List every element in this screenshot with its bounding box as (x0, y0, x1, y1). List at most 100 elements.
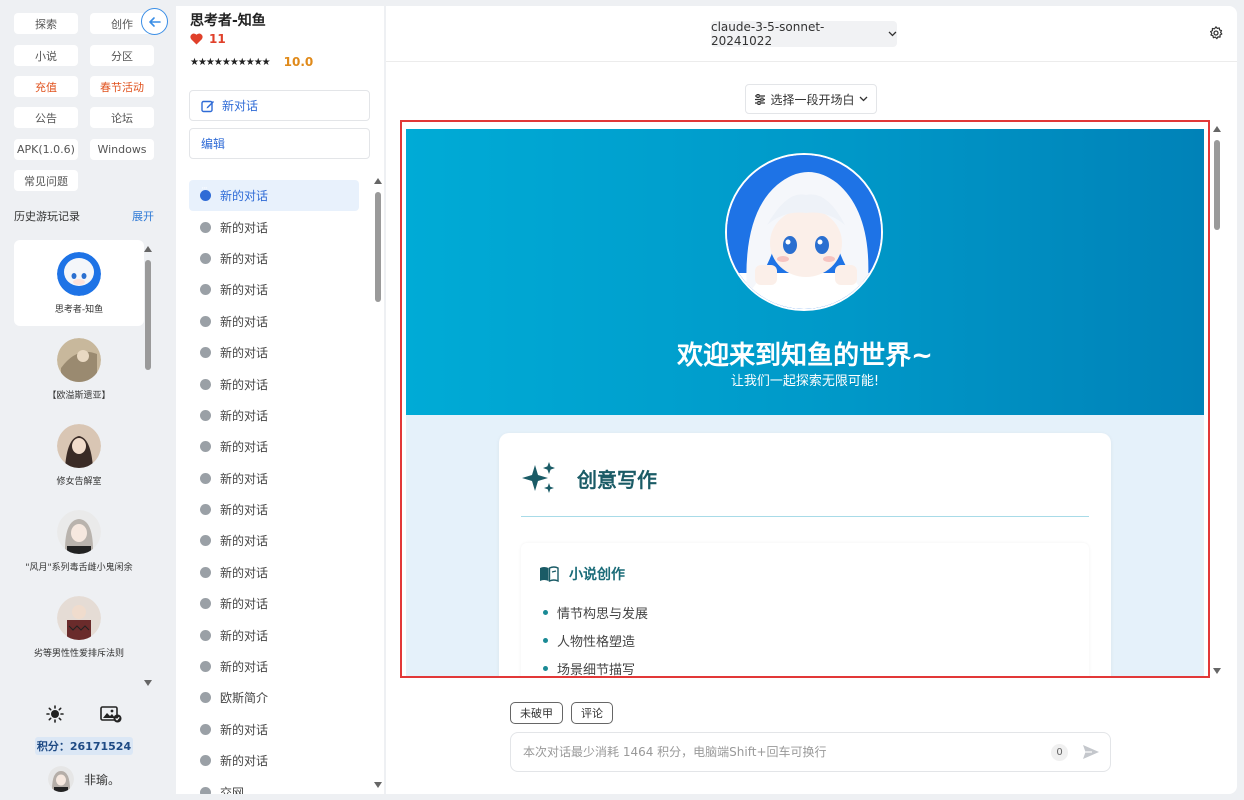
rating-score: 10.0 (283, 55, 314, 69)
edit-icon (201, 100, 214, 112)
history-character-item[interactable]: "风月"系列毒舌雌小鬼闲余 (14, 498, 144, 584)
sparkles-icon (522, 462, 555, 493)
sun-icon[interactable] (46, 705, 64, 723)
nav-recharge-button[interactable]: 充值 (14, 76, 78, 97)
edit-button[interactable]: 编辑 (189, 128, 370, 159)
character-avatar (57, 251, 101, 296)
conversation-panel: 思考者-知鱼 11 ★★★★★★★★★★ 10.0 新对话 编辑 新的对话新的对… (176, 6, 384, 794)
conversation-item[interactable]: 新的对话 (189, 337, 359, 368)
message-input[interactable] (523, 733, 1043, 771)
history-character-item[interactable]: 修女告解室 (14, 412, 144, 498)
character-avatar (57, 509, 101, 554)
history-scrollbar[interactable] (144, 246, 152, 686)
rating: ★★★★★★★★★★ 10.0 (190, 55, 313, 69)
history-character-item[interactable]: 【欧溢斯遗亚】 (14, 326, 144, 412)
chat-bubble-icon (200, 529, 211, 547)
model-selector[interactable]: claude-3-5-sonnet-20241022 (711, 20, 897, 48)
conversation-item[interactable]: 新的对话 (189, 619, 359, 650)
bot-avatar (725, 153, 883, 311)
conversation-label: 新的对话 (220, 565, 269, 580)
conversation-item[interactable]: 新的对话 (189, 463, 359, 494)
conversation-label: 交网 (220, 785, 245, 794)
nav-apk-button[interactable]: APK(1.0.6) (14, 139, 78, 160)
history-header: 历史游玩记录 展开 (14, 206, 154, 226)
chat-bubble-icon (200, 718, 211, 735)
mode-chip-unarmored[interactable]: 未破甲 (510, 702, 563, 724)
chat-bubble-icon (200, 467, 211, 484)
nav-forum-button[interactable]: 论坛 (90, 107, 154, 128)
new-chat-button[interactable]: 新对话 (189, 90, 370, 121)
history-label: 历史游玩记录 (14, 210, 80, 223)
conversation-item[interactable]: 交网 (189, 776, 359, 794)
conversation-label: 新的对话 (220, 408, 269, 423)
conversation-item[interactable]: 欧斯简介 (189, 682, 359, 713)
conversation-item[interactable]: 新的对话 (189, 745, 359, 776)
chat-main: claude-3-5-sonnet-20241022 选择一段开场白 欢迎来到知… (386, 6, 1237, 794)
card-title: 创意写作 (577, 467, 657, 492)
card-header: 创意写作 (521, 461, 657, 495)
heart-icon[interactable] (190, 33, 203, 45)
send-icon[interactable] (1082, 743, 1100, 761)
sliders-icon (755, 93, 766, 105)
nav-category-button[interactable]: 分区 (90, 45, 154, 66)
gear-icon[interactable] (1209, 26, 1223, 40)
conversation-label: 新的对话 (220, 283, 269, 298)
conversation-item[interactable]: 新的对话 (189, 400, 359, 431)
opening-selector[interactable]: 选择一段开场白 (745, 84, 877, 114)
chat-bubble-icon (200, 184, 211, 202)
avatar (48, 766, 74, 792)
user-profile[interactable]: 非瑜。 (48, 766, 120, 792)
nav-novel-button[interactable]: 小说 (14, 45, 78, 66)
welcome-subtitle: 让我们一起探索无限可能! (730, 374, 880, 389)
conversation-item[interactable]: 新的对话 (189, 431, 359, 462)
chat-bubble-icon (200, 655, 211, 673)
conversation-item[interactable]: 新的对话 (189, 494, 359, 525)
conversation-item[interactable]: 新的对话 (189, 306, 359, 337)
welcome-banner: 欢迎来到知鱼的世界~ 让我们一起探索无限可能! (406, 129, 1204, 415)
conversation-item[interactable]: 新的对话 (189, 651, 359, 682)
conversation-item[interactable]: 新的对话 (189, 588, 359, 619)
history-character-item[interactable]: 劣等男性性爱排斥法则 (14, 584, 144, 670)
nav-windows-button[interactable]: Windows (90, 139, 154, 160)
feature-list: 情节构思与发展 人物性格塑造 场景细节描写 (543, 598, 648, 677)
conversation-label: 新的对话 (220, 471, 269, 486)
conversation-item[interactable]: 新的对话 (189, 274, 359, 305)
nav-notice-button[interactable]: 公告 (14, 107, 78, 128)
history-character-list: 思考者-知鱼 【欧溢斯遗亚】 修女告解室 "风月"系列毒舌雌小鬼闲余 劣等男性性… (14, 240, 144, 690)
chat-bubble-icon (200, 373, 211, 390)
new-chat-label: 新对话 (222, 99, 259, 113)
nav-explore-button[interactable]: 探索 (14, 13, 78, 34)
conversation-scrollbar[interactable] (374, 178, 382, 788)
conversation-item[interactable]: 新的对话 (189, 557, 359, 588)
char-counter: 0 (1051, 744, 1068, 761)
collapse-button[interactable] (141, 8, 168, 35)
comment-chip[interactable]: 评论 (571, 702, 613, 724)
divider (521, 516, 1089, 517)
image-settings-icon[interactable] (100, 705, 122, 723)
chat-bubble-icon (200, 216, 211, 233)
conversation-item[interactable]: 新的对话 (189, 211, 359, 242)
chat-bubble-icon (200, 781, 211, 794)
conversation-item[interactable]: 新的对话 (189, 180, 359, 212)
conversation-list: 新的对话新的对话新的对话新的对话新的对话新的对话新的对话新的对话新的对话新的对话… (189, 180, 359, 794)
conversation-item[interactable]: 新的对话 (189, 243, 359, 274)
conversation-label: 新的对话 (220, 440, 269, 455)
conversation-item[interactable]: 新的对话 (189, 525, 359, 556)
chat-bubble-icon (200, 498, 211, 516)
preview-scrollbar[interactable] (1213, 126, 1221, 674)
conversation-label: 新的对话 (220, 314, 269, 329)
book-icon (540, 566, 559, 582)
conversation-item[interactable]: 新的对话 (189, 714, 359, 745)
rating-stars: ★★★★★★★★★★ (190, 56, 271, 68)
nav-faq-button[interactable]: 常见问题 (14, 170, 78, 191)
nav-festival-button[interactable]: 春节活动 (90, 76, 154, 97)
nav-tools (46, 703, 122, 725)
conversation-item[interactable]: 新的对话 (189, 368, 359, 399)
character-avatar (57, 423, 101, 468)
top-bar: claude-3-5-sonnet-20241022 (386, 6, 1237, 62)
history-expand-link[interactable]: 展开 (132, 208, 154, 224)
character-name: 劣等男性性爱排斥法则 (33, 648, 124, 659)
history-character-item[interactable]: 思考者-知鱼 (14, 240, 144, 326)
conversation-label: 新的对话 (220, 346, 269, 361)
chat-bubble-icon (200, 341, 211, 359)
